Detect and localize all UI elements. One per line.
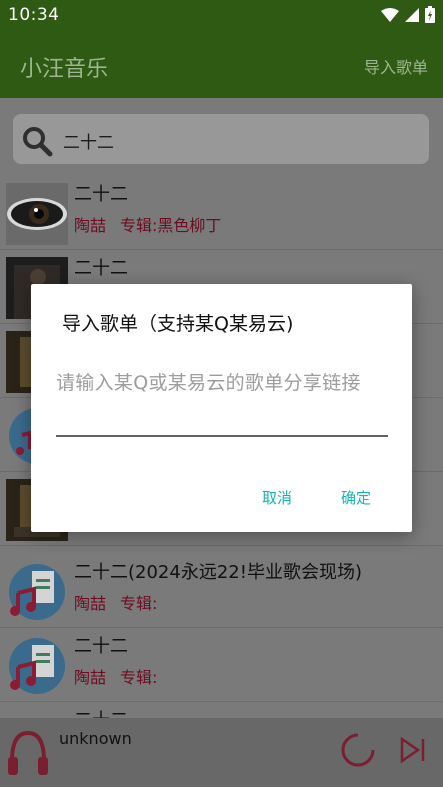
app-bar: 小汪音乐 导入歌单 [0,31,443,98]
song-title: 二十二(2024永远22!毕业歌会现场) [74,562,362,583]
dialog-title: 导入歌单（支持某Q某易云) [62,313,294,335]
next-track-icon[interactable] [400,737,426,763]
wifi-icon [381,7,399,22]
song-artist: 陶喆 [74,216,107,235]
list-item[interactable]: 二十二 陶喆 专辑: [0,628,443,702]
battery-icon [425,6,435,23]
music-file-cover [6,561,68,623]
import-playlist-button[interactable]: 导入歌单 [364,54,428,78]
song-title: 二十二 [74,184,128,205]
signal-icon [405,7,419,22]
song-artist: 陶喆 [74,594,107,613]
search-input[interactable]: 二十二 [63,128,114,153]
song-artist: 陶喆 [74,668,107,687]
list-item[interactable]: 二十二(2024永远22!毕业歌会现场) 陶喆 专辑: [0,554,443,628]
search-bar[interactable]: 二十二 [13,114,429,164]
song-title: 二十二 [74,636,128,657]
album-cover [6,183,68,245]
song-album: 专辑: [120,594,158,613]
song-meta: 陶喆 专辑: [74,664,157,688]
status-time: 10:34 [8,5,60,25]
music-file-cover [6,635,68,697]
song-meta: 陶喆 专辑: [74,590,157,614]
song-album: 专辑:黑色柳丁 [120,216,222,235]
mini-player[interactable]: unknown [0,718,443,787]
player-title: unknown [59,729,132,748]
list-item[interactable]: 二十二 陶喆 专辑:黑色柳丁 [0,176,443,250]
status-icons [381,6,435,23]
app-title: 小汪音乐 [20,57,109,82]
song-album: 专辑: [120,668,158,687]
search-icon [23,127,53,157]
loading-icon [341,733,375,767]
input-placeholder: 请输入某Q或某易云的歌单分享链接 [56,372,361,394]
import-playlist-dialog: 导入歌单（支持某Q某易云) 请输入某Q或某易云的歌单分享链接 取消 确定 [31,284,412,532]
status-bar: 10:34 [0,0,443,31]
song-meta: 陶喆 专辑:黑色柳丁 [74,212,221,236]
headphones-icon [8,730,48,775]
song-title: 二十二 [74,258,128,279]
confirm-button[interactable]: 确定 [341,487,371,508]
playlist-url-input[interactable]: 请输入某Q或某易云的歌单分享链接 [56,367,388,437]
cancel-button[interactable]: 取消 [262,487,292,508]
